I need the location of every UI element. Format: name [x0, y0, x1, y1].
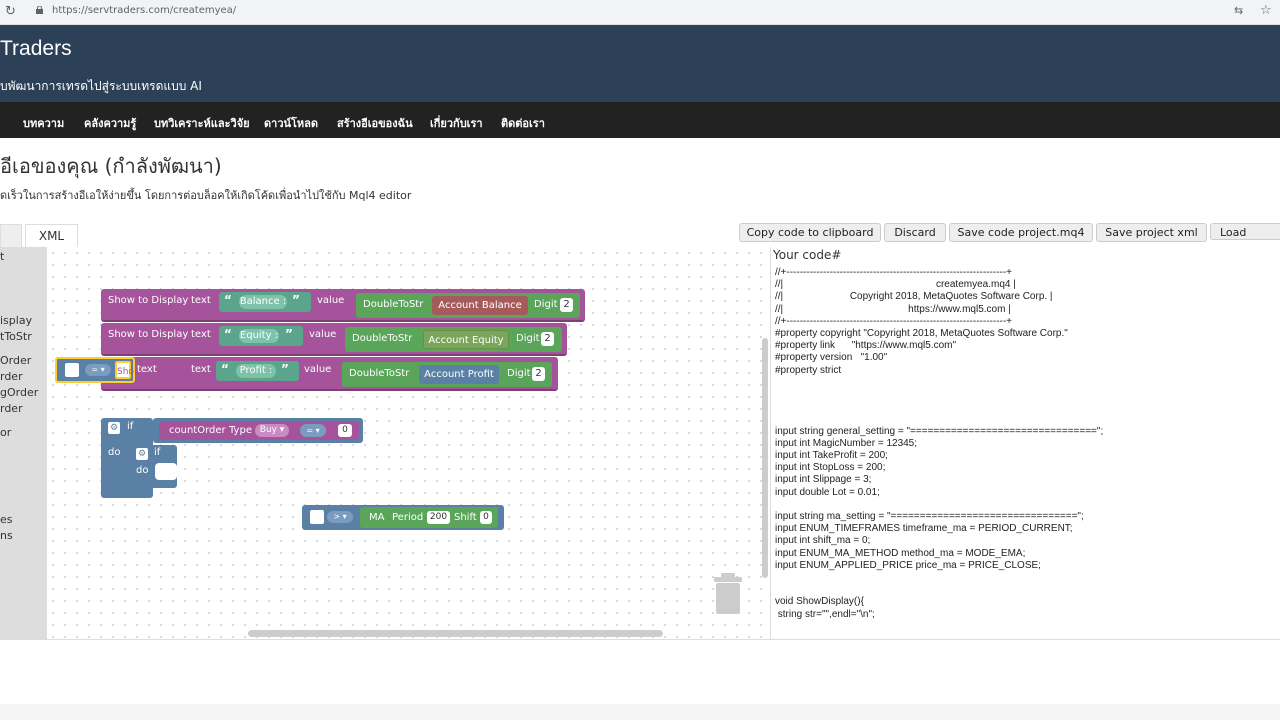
horizontal-scrollbar[interactable]: [248, 630, 663, 637]
operator-dropdown[interactable]: > ▾: [327, 511, 353, 523]
site-title[interactable]: Traders: [0, 37, 72, 61]
period-field[interactable]: 200: [427, 511, 450, 524]
text-field[interactable]: Balance :: [239, 295, 287, 309]
string-block[interactable]: “ Balance : ”: [219, 292, 311, 312]
page-title: อีเอของคุณ (กำลังพัฒนา): [0, 154, 222, 178]
gear-icon[interactable]: ⚙: [136, 448, 148, 460]
account-profit-block[interactable]: Account Profit: [419, 365, 499, 384]
save-xml-button[interactable]: Save project xml: [1096, 223, 1207, 242]
code-title: Your code#: [773, 248, 842, 262]
toolbox-item[interactable]: t: [0, 250, 4, 263]
address-bar[interactable]: https://servtraders.com/createmyea/: [52, 5, 236, 16]
digit-field[interactable]: 2: [560, 298, 573, 312]
block-label: value: [304, 364, 332, 375]
block-label: value: [317, 295, 345, 306]
toolbox-item[interactable]: or: [0, 426, 11, 439]
nav-item-knowledge[interactable]: คลังความรู้: [84, 114, 136, 132]
double-to-str-block[interactable]: DoubleToStr Account Balance Digit 2: [356, 293, 580, 318]
footer: [0, 704, 1280, 720]
nav-item-about[interactable]: เกี่ยวกับเรา: [430, 114, 483, 132]
shift-field[interactable]: 0: [480, 511, 492, 524]
translate-icon[interactable]: ⇆: [1234, 4, 1243, 17]
toolbox-item[interactable]: tToStr: [0, 330, 32, 343]
divider: [0, 639, 1280, 640]
show-display-block-equity[interactable]: Show to Display text “ Equity : ” value …: [101, 323, 567, 356]
double-to-str-block[interactable]: DoubleToStr Account Equity Digit 2: [345, 327, 562, 352]
input-slot[interactable]: [310, 510, 324, 524]
nested-if-block[interactable]: ⚙ if do: [133, 445, 177, 488]
toolbox-item[interactable]: gOrder: [0, 386, 38, 399]
reload-icon[interactable]: ↻: [5, 4, 16, 19]
nav-item-download[interactable]: ดาวน์โหลด: [264, 114, 318, 132]
ghost-label: Sho: [115, 361, 134, 379]
trash-icon[interactable]: [712, 573, 744, 615]
bookmark-star-icon[interactable]: ☆: [1260, 3, 1272, 18]
toolbox-item[interactable]: rder: [0, 402, 23, 415]
count-order-block[interactable]: countOrder Type Buy ▾ = ▾ 0: [159, 421, 359, 440]
ma-block[interactable]: MA Period 200 Shift 0: [360, 507, 498, 528]
ma-compare-block[interactable]: > ▾ MA Period 200 Shift 0: [302, 505, 504, 530]
block-label: text: [191, 329, 211, 340]
vertical-scrollbar[interactable]: [762, 338, 768, 578]
lock-icon: [36, 6, 43, 14]
nav-item-contact[interactable]: ติดต่อเรา: [501, 114, 545, 132]
operator-dropdown[interactable]: = ▾: [300, 424, 326, 437]
double-to-str-block[interactable]: DoubleToStr Account Profit Digit 2: [342, 362, 552, 387]
string-block[interactable]: “ Profit : ”: [216, 361, 299, 381]
site-header: Traders บพัฒนาการเทรดไปสู่ระบบเทรดแบบ AI: [0, 25, 1280, 102]
browser-toolbar: ↻ https://servtraders.com/createmyea/ ⇆ …: [0, 0, 1280, 25]
block-label: Show to Display: [108, 295, 189, 306]
toolbox-item[interactable]: ns: [0, 529, 13, 542]
generated-code[interactable]: //+-------------------------------------…: [775, 267, 1103, 621]
gear-icon[interactable]: ⚙: [108, 422, 120, 434]
digit-field[interactable]: 2: [532, 367, 545, 381]
text-field[interactable]: Equity :: [239, 329, 279, 343]
text-field[interactable]: Profit :: [236, 364, 276, 378]
block-label: value: [309, 329, 337, 340]
block-label: text: [191, 295, 211, 306]
tab-xml[interactable]: XML: [25, 224, 78, 247]
load-project-button[interactable]: Load project: [1210, 223, 1280, 240]
save-code-button[interactable]: Save code project.mq4: [949, 223, 1093, 242]
digit-field[interactable]: 2: [541, 332, 554, 346]
account-equity-block[interactable]: Account Equity: [423, 330, 509, 349]
main-nav: บทความ คลังความรู้ บทวิเคราะห์และวิจัย ด…: [0, 102, 1280, 138]
toolbox-item[interactable]: Order: [0, 354, 31, 367]
site-tagline: บพัฒนาการเทรดไปสู่ระบบเทรดแบบ AI: [0, 79, 202, 93]
code-panel: Your code# //+--------------------------…: [770, 247, 1280, 639]
toolbox-item[interactable]: es: [0, 513, 13, 526]
page-description: ดเร็วในการสร้างอีเอให้ง่ายขึ้น โดยการต่อ…: [0, 189, 412, 202]
number-field[interactable]: 0: [338, 424, 352, 437]
copy-code-button[interactable]: Copy code to clipboard: [739, 223, 881, 242]
show-display-block-profit[interactable]: text text “ Profit : ” value DoubleToStr…: [101, 357, 558, 391]
block-label: text: [191, 364, 211, 375]
toolbox-item[interactable]: rder: [0, 370, 23, 383]
dragged-compare-block[interactable]: = ▾ Sho: [55, 357, 135, 383]
operator-dropdown[interactable]: = ▾: [85, 364, 111, 376]
input-slot[interactable]: [65, 363, 79, 377]
nav-item-analysis[interactable]: บทวิเคราะห์และวิจัย: [154, 114, 250, 132]
account-balance-block[interactable]: Account Balance: [432, 296, 528, 315]
tab-blocks[interactable]: [0, 224, 22, 248]
nav-item-articles[interactable]: บทความ: [23, 114, 64, 132]
block-label: text: [137, 364, 157, 375]
show-display-block-balance[interactable]: Show to Display text “ Balance : ” value…: [101, 289, 585, 322]
toolbox-item[interactable]: isplay: [0, 314, 32, 327]
string-block[interactable]: “ Equity : ”: [219, 326, 303, 346]
statement-slot[interactable]: [155, 463, 177, 480]
block-label: Show to Display: [108, 329, 189, 340]
type-dropdown[interactable]: Buy ▾: [255, 424, 289, 437]
if-condition-slot: countOrder Type Buy ▾ = ▾ 0: [153, 418, 363, 443]
blockly-toolbox: t isplay tToStr Order rder gOrder rder o…: [0, 247, 47, 639]
nav-item-create-ea[interactable]: สร้างอีเอของฉัน: [337, 114, 413, 132]
discard-button[interactable]: Discard: [884, 223, 946, 242]
